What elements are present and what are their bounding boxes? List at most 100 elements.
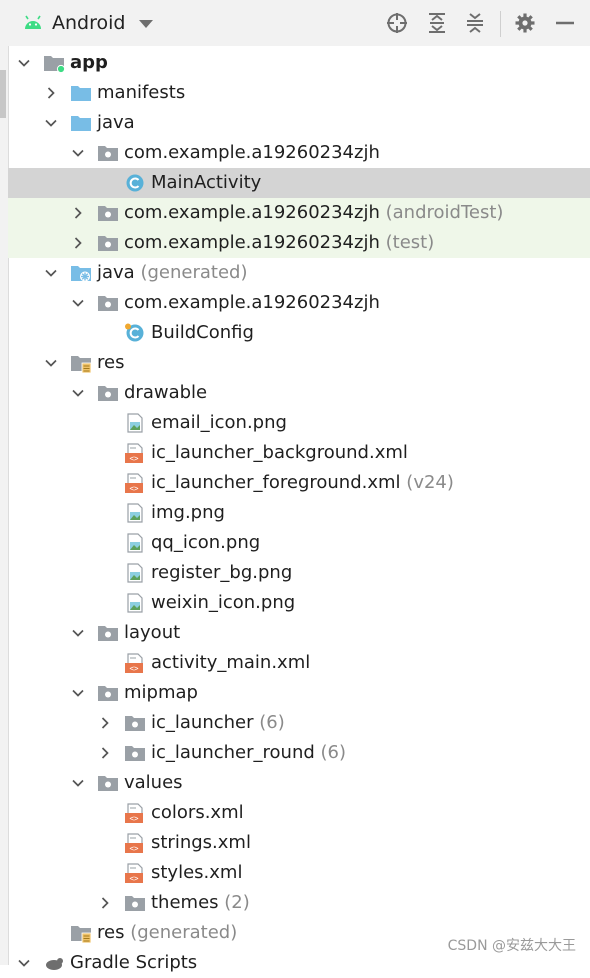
tree-row[interactable]: email_icon.png <box>8 408 590 438</box>
svg-text:<>: <> <box>129 454 139 463</box>
tree-item-label: com.example.a19260234zjh <box>124 292 380 314</box>
tree-item-name: MainActivity <box>151 172 262 193</box>
collapse-all-icon[interactable] <box>464 12 486 34</box>
resource-folder-icon <box>71 926 92 943</box>
tree-row[interactable]: app <box>8 48 590 78</box>
chevron-down-icon[interactable] <box>18 957 30 969</box>
tree-item-name: manifests <box>97 82 186 103</box>
tree-item-suffix: (6) <box>259 712 285 733</box>
svg-text:<>: <> <box>129 814 139 823</box>
tree-item-name: res <box>97 922 125 943</box>
tree-item-name: register_bg.png <box>151 562 293 583</box>
chevron-right-icon[interactable] <box>99 747 111 759</box>
toolbar-separator <box>500 11 501 37</box>
project-tree: app manifests java com.example.a19260234zjh… <box>8 48 590 978</box>
package-folder-icon <box>98 776 118 791</box>
expand-all-icon[interactable] <box>426 12 448 34</box>
tree-row[interactable]: <> ic_launcher_foreground.xml (v24) <box>8 468 590 498</box>
tree-item-name: email_icon.png <box>151 412 287 433</box>
xml-file-icon: <> <box>125 473 143 493</box>
chevron-down-icon[interactable] <box>72 297 84 309</box>
tree-row[interactable]: mipmap <box>8 678 590 708</box>
tree-item-label: ic_launcher_background.xml <box>151 442 408 464</box>
chevron-down-icon[interactable] <box>18 57 30 69</box>
tree-row[interactable]: values <box>8 768 590 798</box>
image-file-icon <box>127 503 143 523</box>
tree-item-name: java <box>97 262 135 283</box>
chevron-down-icon[interactable] <box>72 687 84 699</box>
chevron-down-icon[interactable] <box>45 357 57 369</box>
chevron-down-icon[interactable] <box>45 267 57 279</box>
hide-minus-icon[interactable] <box>554 12 576 34</box>
tree-row[interactable]: <> activity_main.xml <box>8 648 590 678</box>
tree-row[interactable]: register_bg.png <box>8 558 590 588</box>
tree-item-name: com.example.a19260234zjh <box>124 202 380 223</box>
package-folder-icon <box>98 146 118 161</box>
tree-item-name: ic_launcher_background.xml <box>151 442 408 463</box>
chevron-down-icon[interactable] <box>72 147 84 159</box>
chevron-right-icon[interactable] <box>72 237 84 249</box>
tree-row[interactable]: img.png <box>8 498 590 528</box>
tree-row[interactable]: weixin_icon.png <box>8 588 590 618</box>
project-toolbar: Android <box>8 0 590 46</box>
view-selector[interactable]: Android <box>22 0 154 46</box>
tree-row[interactable]: com.example.a19260234zjh <box>8 138 590 168</box>
tree-row[interactable]: java <box>8 108 590 138</box>
tree-row[interactable]: BuildConfig <box>8 318 590 348</box>
tree-row[interactable]: <> ic_launcher_background.xml <box>8 438 590 468</box>
chevron-down-icon <box>139 20 154 28</box>
tree-item-label: app <box>70 52 108 74</box>
folder-icon <box>71 86 91 101</box>
chevron-right-icon[interactable] <box>99 897 111 909</box>
image-file-icon <box>127 533 143 553</box>
tree-row[interactable]: layout <box>8 618 590 648</box>
chevron-right-icon[interactable] <box>99 717 111 729</box>
tree-row[interactable]: res <box>8 348 590 378</box>
generated-folder-icon <box>71 266 91 282</box>
tree-row[interactable]: java (generated) <box>8 258 590 288</box>
tree-row[interactable]: ic_launcher (6) <box>8 708 590 738</box>
tree-item-label: qq_icon.png <box>151 532 260 554</box>
tree-item-label: email_icon.png <box>151 412 287 434</box>
tree-row[interactable]: manifests <box>8 78 590 108</box>
tree-row[interactable]: themes (2) <box>8 888 590 918</box>
tree-item-name: img.png <box>151 502 225 523</box>
chevron-down-icon[interactable] <box>72 387 84 399</box>
locate-icon[interactable] <box>386 12 408 34</box>
tree-item-label: img.png <box>151 502 225 524</box>
tree-item-label: strings.xml <box>151 832 251 854</box>
chevron-down-icon[interactable] <box>45 117 57 129</box>
tree-item-name: java <box>97 112 135 133</box>
tree-item-name: app <box>70 52 108 73</box>
tree-row[interactable]: ic_launcher_round (6) <box>8 738 590 768</box>
tree-item-label: themes (2) <box>151 892 250 914</box>
settings-gear-icon[interactable] <box>514 12 536 34</box>
tree-row[interactable]: com.example.a19260234zjh (test) <box>8 228 590 258</box>
android-icon <box>25 15 41 29</box>
tree-row[interactable]: <> colors.xml <box>8 798 590 828</box>
tree-item-name: BuildConfig <box>151 322 254 343</box>
tree-item-label: styles.xml <box>151 862 242 884</box>
left-scrollbar[interactable] <box>0 70 6 118</box>
chevron-down-icon[interactable] <box>72 777 84 789</box>
chevron-right-icon[interactable] <box>72 207 84 219</box>
chevron-right-icon[interactable] <box>45 87 57 99</box>
package-folder-icon <box>125 896 145 911</box>
tree-row[interactable]: drawable <box>8 378 590 408</box>
tree-item-label: com.example.a19260234zjh (test) <box>124 232 434 254</box>
tree-item-name: com.example.a19260234zjh <box>124 232 380 253</box>
chevron-down-icon[interactable] <box>72 627 84 639</box>
tree-row[interactable]: com.example.a19260234zjh (androidTest) <box>8 198 590 228</box>
tree-item-label: weixin_icon.png <box>151 592 295 614</box>
tree-item-suffix: (v24) <box>406 472 454 493</box>
tree-item-name: styles.xml <box>151 862 243 883</box>
tree-row[interactable]: <> styles.xml <box>8 858 590 888</box>
tree-row[interactable]: com.example.a19260234zjh <box>8 288 590 318</box>
package-folder-icon <box>98 206 118 221</box>
tree-row[interactable]: MainActivity <box>8 168 590 198</box>
tree-item-label: res (generated) <box>97 922 237 944</box>
tree-row[interactable]: <> strings.xml <box>8 828 590 858</box>
resource-folder-icon <box>71 356 92 373</box>
tree-item-name: strings.xml <box>151 832 251 853</box>
tree-row[interactable]: qq_icon.png <box>8 528 590 558</box>
